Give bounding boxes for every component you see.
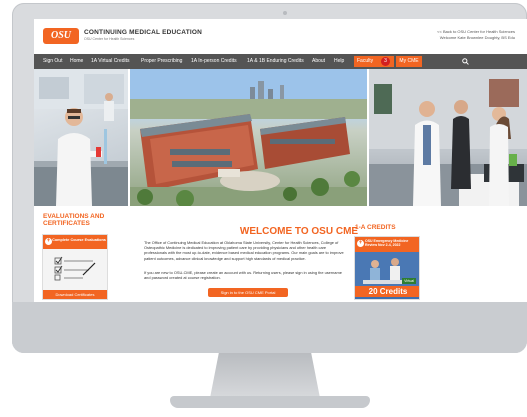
main-nav: Sign Out Home 1A Virtual Credits Proper … bbox=[34, 54, 527, 69]
monitor-chin bbox=[12, 302, 527, 353]
evaluations-card-header-label: Complete Course Evaluations bbox=[52, 237, 106, 242]
screen: OSU CONTINUING MEDICAL EDUCATION OSU Cen… bbox=[34, 19, 527, 302]
clinic-photo bbox=[369, 69, 527, 206]
search-icon[interactable] bbox=[462, 58, 469, 65]
evaluations-card-header[interactable]: + Complete Course Evaluations bbox=[43, 235, 107, 249]
nav-help[interactable]: Help bbox=[334, 54, 344, 69]
credits-card-header[interactable]: + OSU Emergency Medicine Review Nov 2-4,… bbox=[355, 237, 419, 252]
download-certificates-button[interactable]: Download Certificates bbox=[43, 290, 107, 299]
evaluations-card[interactable]: + Complete Course Evaluations Download C… bbox=[42, 234, 108, 300]
virtual-tag: Virtual bbox=[402, 278, 416, 284]
evaluations-title: EVALUATIONS AND CERTIFICATES bbox=[43, 213, 105, 227]
credits-card-header-label: OSU Emergency Medicine Review Nov 2-4, 2… bbox=[365, 239, 409, 248]
nav-proper-prescribing[interactable]: Proper Prescribing bbox=[141, 54, 182, 69]
nav-home[interactable]: Home bbox=[70, 54, 83, 69]
campus-photo bbox=[130, 69, 367, 206]
welcome-paragraph: The Office of Continuing Medical Educati… bbox=[144, 240, 344, 261]
faculty-count-badge: 3 bbox=[381, 57, 390, 66]
webcam bbox=[283, 11, 287, 15]
monitor-stand-base bbox=[170, 396, 370, 408]
welcome-paragraph-2: If you are new to OSU-CME, please create… bbox=[144, 270, 342, 281]
site-subtitle: OSU Center for Health Sciences bbox=[84, 37, 135, 41]
nav-faculty-label: Faculty bbox=[357, 58, 374, 64]
plus-icon: + bbox=[357, 240, 364, 247]
sign-in-portal-button[interactable]: Sign in to the OSU CME Portal bbox=[208, 288, 288, 297]
osu-logo[interactable]: OSU bbox=[43, 28, 79, 44]
header-user-area: << Back to OSU Center for Health Science… bbox=[437, 29, 515, 41]
checklist-icon bbox=[54, 256, 96, 281]
nav-about[interactable]: About bbox=[312, 54, 325, 69]
plus-icon: + bbox=[45, 238, 52, 245]
site-header: OSU CONTINUING MEDICAL EDUCATION OSU Cen… bbox=[34, 19, 527, 54]
site-title: CONTINUING MEDICAL EDUCATION bbox=[84, 29, 203, 36]
nav-sign-out[interactable]: Sign Out bbox=[43, 54, 62, 69]
content-area: EVALUATIONS AND CERTIFICATES + Complete … bbox=[34, 206, 527, 302]
lab-photo bbox=[34, 69, 128, 206]
nav-my-cme[interactable]: My CME bbox=[396, 56, 422, 67]
nav-1a-virtual-credits[interactable]: 1A Virtual Credits bbox=[91, 54, 130, 69]
monitor-stand-neck bbox=[210, 353, 320, 398]
credits-card[interactable]: + OSU Emergency Medicine Review Nov 2-4,… bbox=[354, 236, 420, 300]
credits-count: 20 Credits bbox=[355, 286, 419, 297]
nav-1a-in-person-credits[interactable]: 1A In-person Credits bbox=[191, 54, 237, 69]
welcome-user-text: Welcome Kate Brownlee Doughty, BS Edu bbox=[439, 35, 515, 40]
credits-title: 1-A CREDITS bbox=[355, 224, 396, 231]
nav-enduring-credits[interactable]: 1A & 1B Enduring Credits bbox=[247, 54, 304, 69]
nav-faculty[interactable]: Faculty 3 bbox=[354, 56, 394, 67]
